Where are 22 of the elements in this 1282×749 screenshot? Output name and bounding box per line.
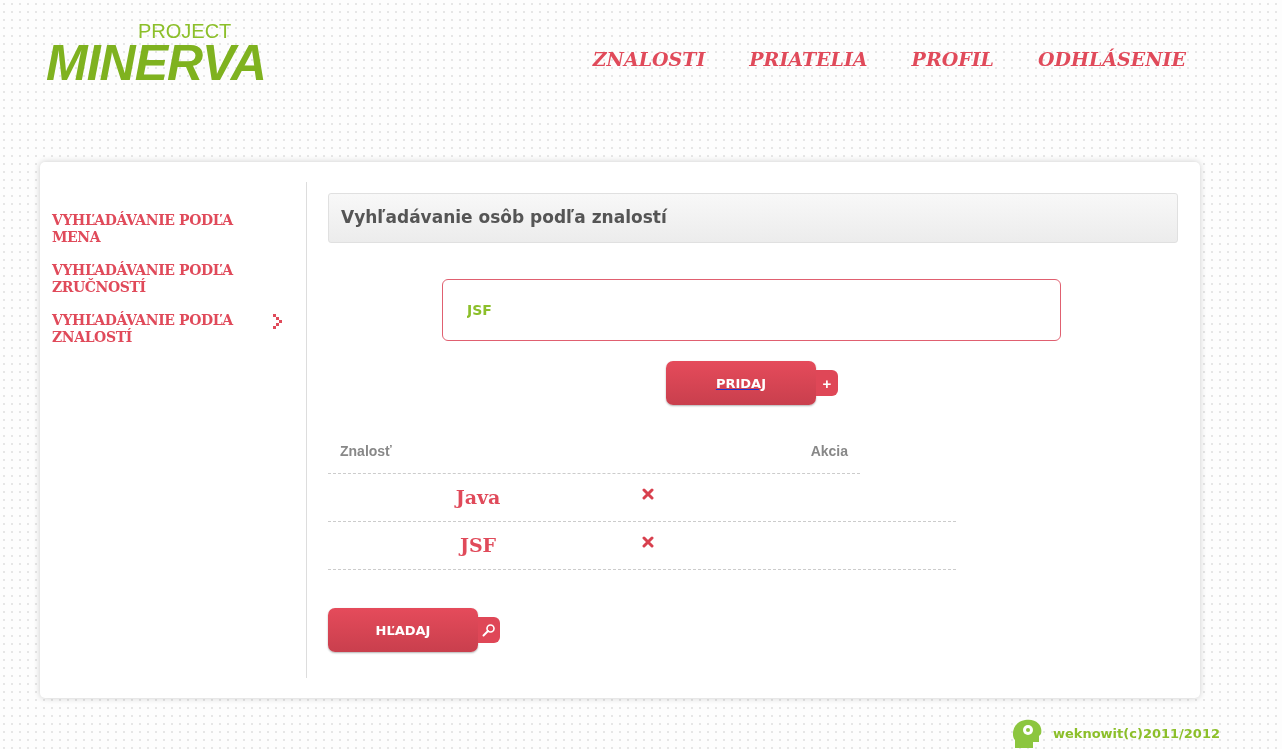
nav-link[interactable]: ZNALOSTI [592,48,706,70]
copyright-text: weknowit(c)2011/2012 [1052,725,1220,741]
sidebar-link[interactable]: VYHĽADÁVANIE PODĽA MENA [52,212,284,246]
search-button[interactable]: HĽADAJ [328,608,478,652]
sidebar-link[interactable]: VYHĽADÁVANIE PODĽA ZRUČNOSTÍ [52,262,284,296]
delete-icon[interactable] [642,536,654,548]
logo: MINERVA [46,40,266,86]
nav-link[interactable]: PRIATELIA [749,48,868,70]
logo-subtitle: PROJECT [138,22,232,40]
nav-link[interactable]: PROFIL [911,48,994,70]
table-cell-text: JSF [457,534,498,556]
skill-input[interactable]: JSF [442,279,1061,341]
delete-icon[interactable] [642,488,654,500]
nav-link[interactable]: ODHLÁSENIE [1037,48,1186,70]
add-button[interactable]: PRIDAJ [666,361,816,405]
add-tab-button[interactable]: + [816,370,838,396]
sidebar-link[interactable]: VYHĽADÁVANIE PODĽA ZNALOSTÍ [52,312,284,346]
column-header: Znalosť [340,443,392,459]
table-cell-text: Java [453,486,502,508]
column-header: Akcia [810,443,848,459]
search-icon [482,623,496,637]
panel-title: Vyhľadávanie osôb podľa znalostí [328,193,1178,243]
